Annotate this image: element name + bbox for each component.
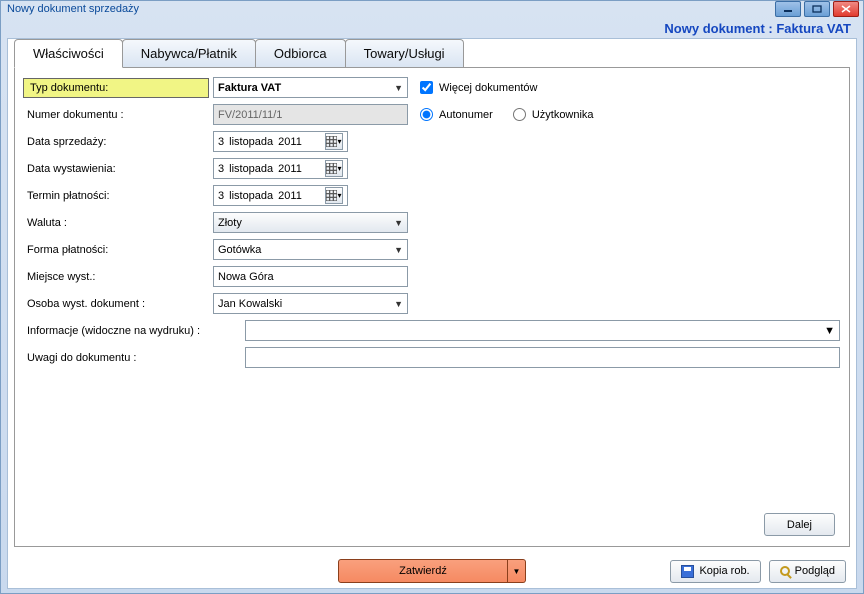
- calendar-drop-button[interactable]: ▾: [325, 133, 343, 150]
- zatwierdz-dropdown-button[interactable]: ▼: [508, 559, 526, 583]
- input-uwagi[interactable]: [245, 347, 840, 368]
- tab-odbiorca[interactable]: Odbiorca: [255, 39, 346, 68]
- label-waluta: Waluta :: [23, 217, 213, 229]
- label-data-wystawienia: Data wystawienia:: [23, 163, 213, 175]
- input-numer-value: FV/2011/11/1: [218, 109, 282, 121]
- zatwierdz-button[interactable]: Zatwierdź: [338, 559, 508, 583]
- combo-waluta-value: Złoty: [218, 217, 242, 229]
- combo-forma-platnosci-value: Gotówka: [218, 244, 261, 256]
- calendar-icon: [326, 163, 337, 174]
- client-area: Właściwości Nabywca/Płatnik Odbiorca Tow…: [7, 38, 857, 589]
- label-uwagi: Uwagi do dokumentu :: [23, 352, 245, 364]
- chevron-down-icon: ▼: [394, 83, 403, 93]
- combo-osoba-wyst[interactable]: Jan Kowalski ▼: [213, 293, 408, 314]
- window-title: Nowy dokument sprzedaży: [7, 3, 775, 15]
- label-data-sprzedazy: Data sprzedaży:: [23, 136, 213, 148]
- magnifier-icon: [780, 566, 790, 576]
- zatwierdz-split-button: Zatwierdź ▼: [338, 559, 526, 583]
- chevron-down-icon: ▼: [394, 299, 403, 309]
- input-numer: FV/2011/11/1: [213, 104, 408, 125]
- combo-waluta[interactable]: Złoty ▼: [213, 212, 408, 233]
- maximize-icon: [812, 5, 822, 13]
- close-button[interactable]: [833, 1, 859, 17]
- combo-informacje[interactable]: ▼: [245, 320, 840, 341]
- chevron-down-icon: ▼: [394, 218, 403, 228]
- input-miejsce-wyst[interactable]: Nowa Góra: [213, 266, 408, 287]
- calendar-icon: [326, 136, 337, 147]
- app-window: Nowy dokument sprzedaży Nowy dokument : …: [0, 0, 864, 594]
- combo-typ-dokumentu-value: Faktura VAT: [218, 82, 281, 94]
- chevron-down-icon: ▼: [824, 325, 835, 337]
- label-osoba-wyst: Osoba wyst. dokument :: [23, 298, 213, 310]
- document-type-header: Nowy dokument : Faktura VAT: [1, 17, 863, 38]
- checkbox-wiecej-dokumentow[interactable]: [420, 81, 433, 94]
- minimize-icon: [783, 5, 793, 13]
- label-uzytkownika: Użytkownika: [532, 109, 594, 121]
- dalej-button[interactable]: Dalej: [764, 513, 835, 536]
- calendar-drop-button[interactable]: ▾: [325, 187, 343, 204]
- tab-towary[interactable]: Towary/Usługi: [345, 39, 464, 68]
- radio-autonumer[interactable]: [420, 108, 433, 121]
- label-wiecej-dokumentow: Więcej dokumentów: [439, 82, 537, 94]
- label-autonumer: Autonumer: [439, 109, 493, 121]
- tab-bar: Właściwości Nabywca/Płatnik Odbiorca Tow…: [14, 38, 856, 67]
- calendar-icon: [326, 190, 337, 201]
- calendar-drop-button[interactable]: ▾: [325, 160, 343, 177]
- input-miejsce-wyst-value: Nowa Góra: [218, 271, 274, 283]
- titlebar: Nowy dokument sprzedaży: [1, 1, 863, 17]
- label-numer: Numer dokumentu :: [23, 109, 213, 121]
- label-forma-platnosci: Forma płatności:: [23, 244, 213, 256]
- podglad-button[interactable]: Podgląd: [769, 560, 846, 583]
- radio-uzytkownika[interactable]: [513, 108, 526, 121]
- kopia-rob-button[interactable]: Kopia rob.: [670, 560, 760, 583]
- label-miejsce-wyst: Miejsce wyst.:: [23, 271, 213, 283]
- save-icon: [681, 565, 694, 578]
- combo-typ-dokumentu[interactable]: Faktura VAT ▼: [213, 77, 408, 98]
- date-termin-platnosci[interactable]: 3 listopada 2011 ▾: [213, 185, 348, 206]
- form: Typ dokumentu: Faktura VAT ▼ Więcej doku…: [15, 68, 849, 377]
- tab-wlasciwosci[interactable]: Właściwości: [14, 39, 123, 68]
- chevron-down-icon: ▼: [394, 245, 403, 255]
- label-typ-dokumentu: Typ dokumentu:: [23, 78, 209, 98]
- minimize-button[interactable]: [775, 1, 801, 17]
- tab-nabywca[interactable]: Nabywca/Płatnik: [122, 39, 256, 68]
- combo-forma-platnosci[interactable]: Gotówka ▼: [213, 239, 408, 260]
- date-data-sprzedazy[interactable]: 3 listopada 2011 ▾: [213, 131, 348, 152]
- footer-bar: Zatwierdź ▼ Kopia rob. Podgląd: [8, 554, 856, 588]
- label-termin-platnosci: Termin płatności:: [23, 190, 213, 202]
- tab-panel: Typ dokumentu: Faktura VAT ▼ Więcej doku…: [14, 67, 850, 547]
- close-icon: [841, 5, 851, 13]
- date-data-wystawienia[interactable]: 3 listopada 2011 ▾: [213, 158, 348, 179]
- maximize-button[interactable]: [804, 1, 830, 17]
- label-informacje: Informacje (widoczne na wydruku) :: [23, 325, 245, 337]
- window-controls: [775, 1, 859, 17]
- combo-osoba-wyst-value: Jan Kowalski: [218, 298, 282, 310]
